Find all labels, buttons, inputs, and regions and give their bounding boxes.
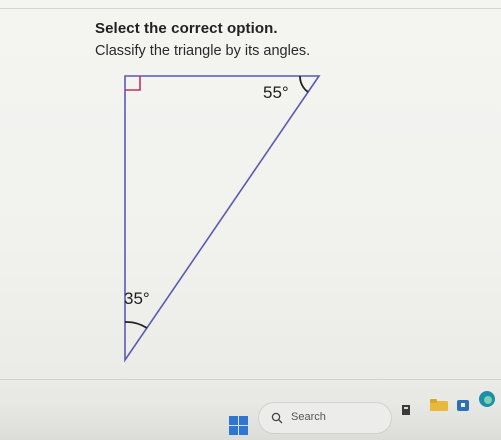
edge-icon[interactable]: [478, 390, 496, 408]
taskbar: [0, 398, 501, 440]
angle-arc-bottom: [124, 321, 148, 329]
right-angle-marker: [125, 76, 141, 91]
triangle-figure: [124, 75, 321, 363]
search-icon: [271, 412, 283, 424]
angle-label-top: 55°: [263, 83, 289, 102]
screen: Select the correct option. Classify the …: [0, 0, 501, 440]
triangle: [124, 75, 321, 363]
store-icon[interactable]: [456, 398, 470, 412]
search-label: Search: [291, 411, 326, 423]
angle-label-bottom: 35°: [124, 289, 150, 308]
angle-arc-top: [299, 75, 309, 93]
taskbar-search-box[interactable]: Search: [258, 402, 392, 434]
folder-icon[interactable]: [430, 399, 448, 411]
files-icon[interactable]: [400, 404, 414, 416]
content-divider: [0, 379, 501, 380]
windows-start-icon[interactable]: [229, 416, 248, 435]
